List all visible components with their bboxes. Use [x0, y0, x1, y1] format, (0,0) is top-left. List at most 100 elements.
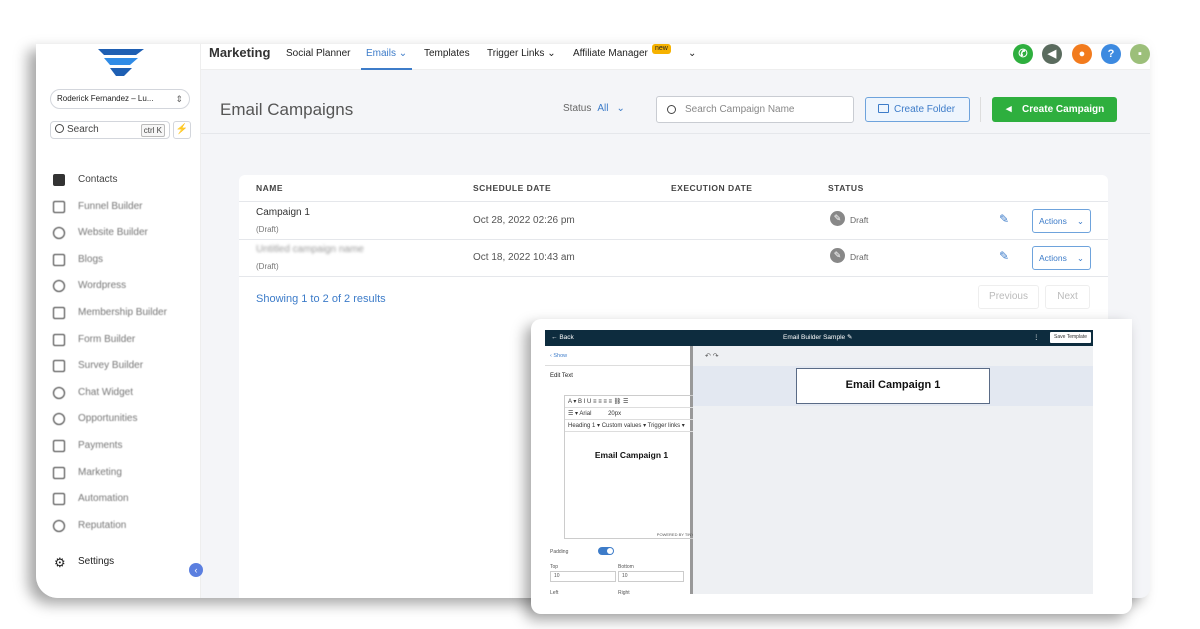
save-template-button[interactable]: Save Template: [1050, 332, 1091, 343]
help-icon[interactable]: ?: [1101, 44, 1121, 64]
padding-label: Padding: [550, 549, 569, 555]
column-header-status: STATUS: [828, 183, 864, 193]
create-campaign-button[interactable]: ◂ Create Campaign: [992, 97, 1117, 122]
create-folder-button[interactable]: Create Folder: [865, 97, 970, 122]
heading-select[interactable]: Heading 1: [568, 423, 595, 429]
wordpress-icon: [53, 280, 65, 293]
sidebar-item-contacts[interactable]: Contacts: [50, 167, 200, 194]
back-button[interactable]: ← Back: [551, 330, 574, 346]
top-nav: Marketing Social Planner Emails ⌄ Templa…: [201, 44, 1150, 70]
chevron-down-icon[interactable]: ⌄: [688, 44, 696, 64]
left-label: Left: [550, 590, 559, 596]
sidebar-search[interactable]: Search ctrl K: [50, 121, 170, 139]
sidebar-item-label: Survey Builder: [78, 360, 144, 372]
form-icon: [53, 333, 65, 346]
actions-dropdown[interactable]: Actions ⌄: [1032, 209, 1091, 233]
tab-affiliate-manager[interactable]: Affiliate Manager: [573, 44, 648, 64]
sidebar-item-funnel-builder[interactable]: Funnel Builder: [50, 194, 200, 221]
editor-toolbar: A ▾ B I U ≡ ≡ ≡ ≡ ⛓ ☰: [565, 396, 698, 408]
sidebar-item-survey-builder[interactable]: Survey Builder: [50, 353, 200, 380]
quick-action-button[interactable]: ⚡: [173, 121, 191, 139]
trigger-links-select[interactable]: Trigger links: [648, 423, 680, 429]
logo-icon: [98, 49, 144, 76]
sidebar-item-label: Funnel Builder: [78, 200, 143, 212]
bell-icon[interactable]: ●: [1072, 44, 1092, 64]
sidebar-item-reputation[interactable]: Reputation: [50, 513, 200, 540]
reputation-icon: [53, 519, 65, 532]
chat-icon: [53, 386, 65, 399]
sidebar-nav: Contacts Funnel Builder Website Builder …: [50, 167, 200, 539]
create-folder-label: Create Folder: [894, 104, 956, 115]
rich-text-editor[interactable]: A ▾ B I U ≡ ≡ ≡ ≡ ⛓ ☰ ☰ ▾ Arial 20px Hea…: [564, 395, 699, 539]
sidebar-item-label: Blogs: [78, 253, 104, 265]
campaign-name-link[interactable]: Campaign 1: [256, 207, 310, 218]
custom-values-select[interactable]: Custom values: [602, 423, 642, 429]
edit-pencil-icon[interactable]: ✎: [999, 212, 1009, 226]
actions-dropdown[interactable]: Actions ⌄: [1032, 246, 1091, 270]
updown-icon: ⇕: [175, 94, 183, 104]
sidebar-item-label: Chat Widget: [78, 386, 134, 398]
chat-icon[interactable]: ▪: [1130, 44, 1150, 64]
more-icon[interactable]: ⋮: [1033, 330, 1040, 346]
account-switcher[interactable]: Roderick Fernandez – Lu... ⇕: [50, 89, 190, 109]
tab-emails[interactable]: Emails ⌄: [361, 44, 413, 70]
padding-toggle[interactable]: [598, 547, 614, 555]
campaign-search-input[interactable]: Search Campaign Name: [656, 96, 854, 123]
sidebar-item-label: Reputation: [78, 519, 127, 531]
tab-trigger-links[interactable]: Trigger Links ⌄: [487, 44, 556, 64]
schedule-date: Oct 18, 2022 10:43 am: [473, 252, 575, 263]
font-select[interactable]: Arial: [579, 411, 591, 417]
padding-top-input[interactable]: 10: [550, 571, 616, 582]
top-label: Top: [550, 564, 559, 570]
megaphone-icon: [53, 466, 65, 479]
tab-trigger-links-label: Trigger Links: [487, 48, 545, 59]
show-toggle[interactable]: ‹ Show: [550, 353, 567, 359]
dollar-icon: [53, 439, 65, 452]
editor-content[interactable]: Email Campaign 1: [565, 450, 698, 460]
status-text: Draft: [850, 252, 869, 262]
campaign-name-link[interactable]: Untitled campaign name: [256, 244, 364, 255]
account-name: Roderick Fernandez – Lu...: [57, 94, 154, 103]
status-filter[interactable]: Status All ⌄: [563, 103, 625, 114]
sidebar-item-form-builder[interactable]: Form Builder: [50, 327, 200, 354]
tab-templates[interactable]: Templates: [424, 44, 470, 64]
create-campaign-label: Create Campaign: [1022, 104, 1105, 115]
megaphone-icon[interactable]: ◀: [1042, 44, 1062, 64]
sidebar-item-chat-widget[interactable]: Chat Widget: [50, 380, 200, 407]
automation-icon: [53, 493, 65, 506]
editor-toolbar-insert: Heading 1 ▾ Custom values ▾ Trigger link…: [565, 420, 698, 432]
sidebar-item-label: Contacts: [78, 174, 118, 185]
sidebar-search-label: Search: [67, 124, 99, 135]
size-select[interactable]: 20px: [608, 411, 621, 417]
sidebar-item-payments[interactable]: Payments: [50, 433, 200, 460]
page-section-title: Marketing: [209, 45, 271, 60]
right-label: Right: [618, 590, 630, 596]
padding-bottom-input[interactable]: 10: [618, 571, 684, 582]
sidebar-item-label: Payments: [78, 439, 123, 451]
sidebar-item-membership-builder[interactable]: Membership Builder: [50, 300, 200, 327]
phone-icon[interactable]: ✆: [1013, 44, 1033, 64]
edit-pencil-icon[interactable]: ✎: [999, 249, 1009, 263]
status-badge: ✎ Draft: [830, 248, 869, 263]
previous-page-button[interactable]: Previous: [978, 285, 1039, 309]
schedule-date: Oct 28, 2022 02:26 pm: [473, 215, 575, 226]
sidebar-item-blogs[interactable]: Blogs: [50, 247, 200, 274]
sidebar-item-wordpress[interactable]: Wordpress: [50, 273, 200, 300]
builder-title-text: Email Builder Sample: [783, 334, 846, 341]
column-header-name: NAME: [256, 183, 284, 193]
builder-title: Email Builder Sample ✎: [783, 334, 853, 341]
undo-icon[interactable]: ↶ ↷: [705, 352, 719, 360]
tab-emails-label: Emails: [366, 48, 397, 59]
divider: [239, 276, 1108, 277]
tab-social-planner[interactable]: Social Planner: [286, 44, 350, 64]
sidebar-item-settings[interactable]: ⚙ Settings: [50, 555, 114, 570]
sidebar-item-marketing[interactable]: Marketing: [50, 460, 200, 487]
builder-side-panel: ‹ Show Edit Text A ▾ B I U ≡ ≡ ≡ ≡ ⛓ ☰ ☰…: [545, 346, 699, 596]
collapse-sidebar-button[interactable]: ‹: [189, 563, 203, 577]
campaign-search-placeholder: Search Campaign Name: [685, 104, 795, 115]
sidebar-item-opportunities[interactable]: Opportunities: [50, 406, 200, 433]
sidebar-item-automation[interactable]: Automation: [50, 486, 200, 513]
next-page-button[interactable]: Next: [1045, 285, 1090, 309]
canvas-heading-block[interactable]: Email Campaign 1: [796, 368, 990, 404]
sidebar-item-website-builder[interactable]: Website Builder: [50, 220, 200, 247]
